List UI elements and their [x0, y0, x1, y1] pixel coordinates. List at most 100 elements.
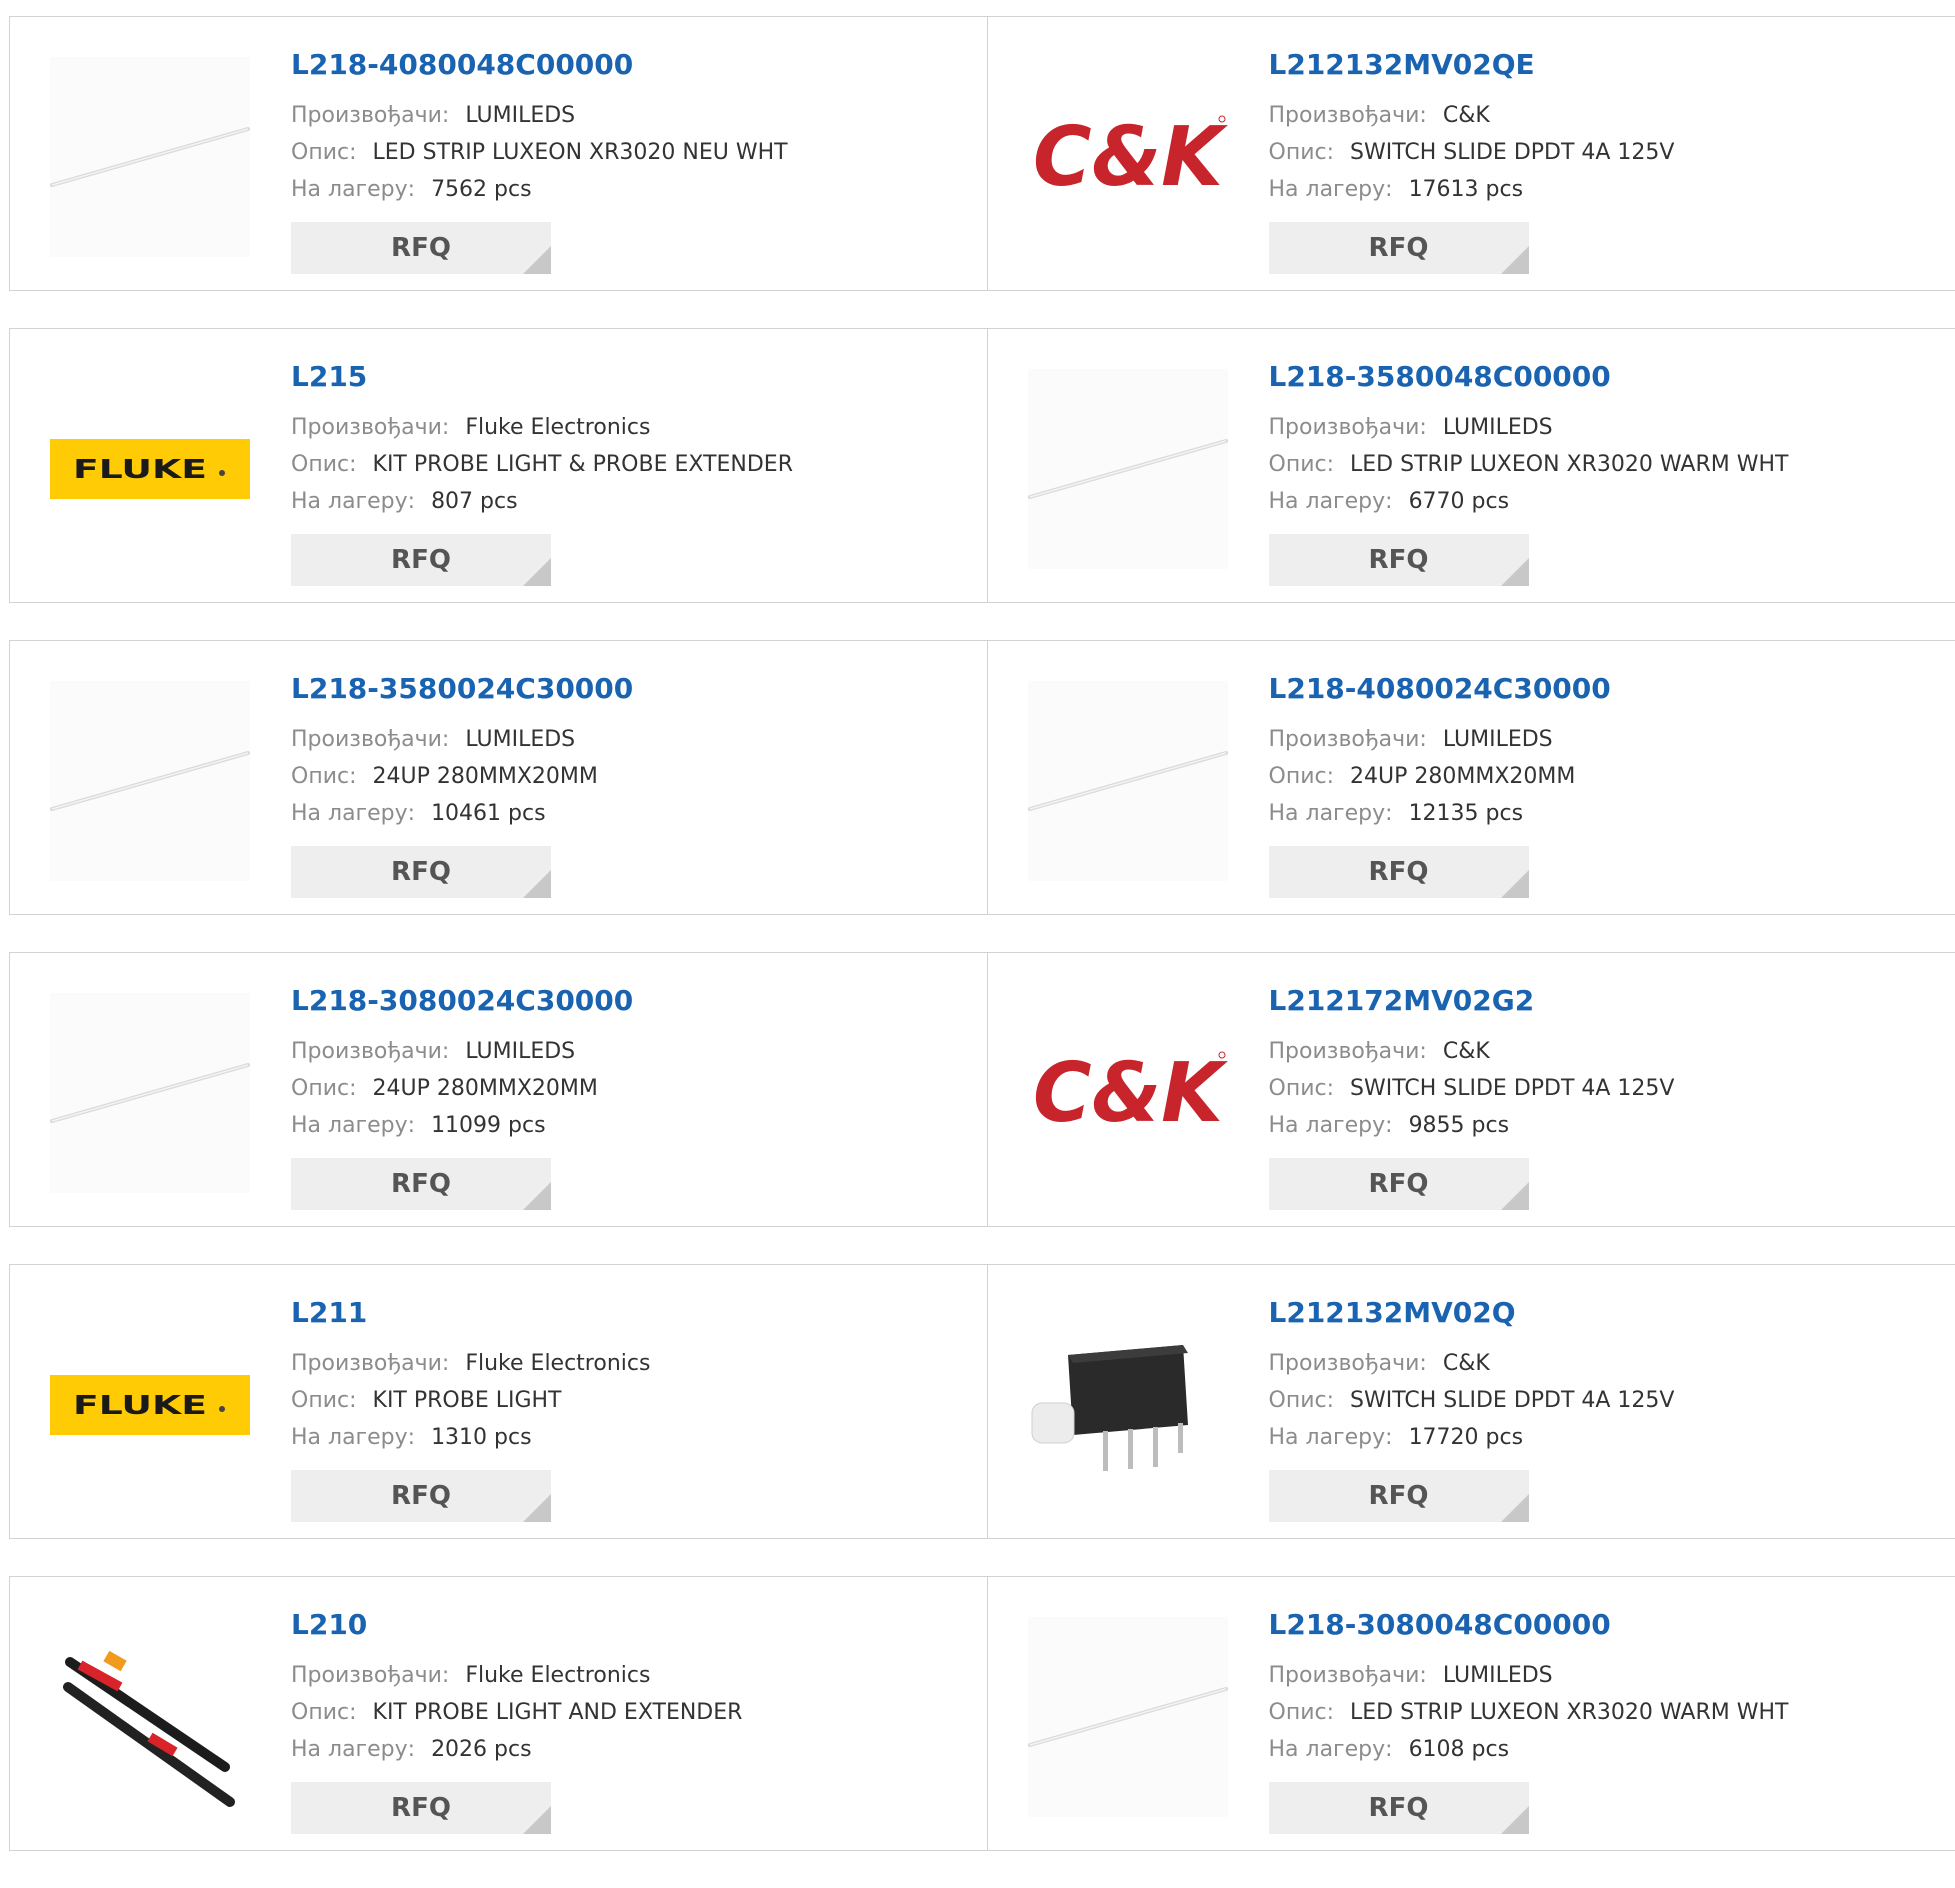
stock-value: 11099 pcs — [431, 1113, 546, 1138]
rfq-button[interactable]: RFQ — [1269, 534, 1529, 586]
rfq-button[interactable]: RFQ — [291, 846, 551, 898]
product-image[interactable] — [50, 57, 250, 257]
stock-label: На лагеру: — [291, 177, 415, 202]
product-image[interactable] — [1028, 369, 1228, 569]
stock-value: 9855 pcs — [1409, 1113, 1510, 1138]
stock-value: 6108 pcs — [1409, 1737, 1510, 1762]
rfq-button[interactable]: RFQ — [1269, 1782, 1529, 1834]
stock-value: 12135 pcs — [1409, 801, 1524, 826]
product-row: L218-3080024C30000 Произвођачи:LUMILEDS … — [9, 952, 1955, 1227]
manufacturer-line: Произвођачи:LUMILEDS — [291, 97, 788, 134]
description-value: LED STRIP LUXEON XR3020 WARM WHT — [1350, 452, 1788, 477]
stock-value: 17613 pcs — [1409, 177, 1524, 202]
part-number-link[interactable]: L218-4080048C00000 — [291, 47, 788, 83]
registered-mark — [219, 1406, 225, 1412]
description-line: Опис:LED STRIP LUXEON XR3020 WARM WHT — [1269, 446, 1789, 483]
product-row: L210 Произвођачи:Fluke Electronics Опис:… — [9, 1576, 1955, 1851]
part-number-link[interactable]: L210 — [291, 1607, 742, 1643]
switch-pin — [1103, 1431, 1108, 1471]
product-card: L218-4080024C30000 Произвођачи:LUMILEDS … — [987, 641, 1955, 914]
description-label: Опис: — [291, 140, 357, 165]
product-card: FLUKE L215 Произвођачи:Fluke Electronics… — [10, 329, 987, 602]
product-info: L218-3580024C30000 Произвођачи:LUMILEDS … — [291, 671, 633, 898]
product-image[interactable] — [1028, 1305, 1228, 1505]
product-card: C&K L212172MV02G2 Произвођачи:C&K Опис:S… — [987, 953, 1955, 1226]
stock-line: На лагеру: 6108 pcs — [1269, 1731, 1789, 1768]
stock-label: На лагеру: — [291, 1113, 415, 1138]
manufacturer-label: Произвођачи: — [1269, 415, 1427, 440]
product-row: L218-3580024C30000 Произвођачи:LUMILEDS … — [9, 640, 1955, 915]
part-number-link[interactable]: L218-3080024C30000 — [291, 983, 633, 1019]
rfq-button[interactable]: RFQ — [291, 1470, 551, 1522]
description-label: Опис: — [1269, 1700, 1335, 1725]
description-value: LED STRIP LUXEON XR3020 NEU WHT — [373, 140, 788, 165]
product-image[interactable]: FLUKE — [50, 369, 250, 569]
product-card: L218-4080048C00000 Произвођачи:LUMILEDS … — [10, 17, 987, 290]
description-label: Опис: — [291, 452, 357, 477]
rfq-button[interactable]: RFQ — [1269, 222, 1529, 274]
description-line: Опис: SWITCH SLIDE DPDT 4A 125V — [1269, 134, 1675, 171]
product-image[interactable]: C&K — [1028, 57, 1228, 257]
description-value: KIT PROBE LIGHT — [373, 1388, 562, 1413]
product-image[interactable] — [50, 1617, 250, 1817]
description-value: LED STRIP LUXEON XR3020 WARM WHT — [1350, 1700, 1788, 1725]
description-value: SWITCH SLIDE DPDT 4A 125V — [1350, 140, 1674, 165]
part-number-link[interactable]: L218-3080048C00000 — [1269, 1607, 1789, 1643]
product-image[interactable] — [1028, 1617, 1228, 1817]
rfq-button[interactable]: RFQ — [1269, 846, 1529, 898]
manufacturer-label: Произвођачи: — [291, 415, 449, 440]
part-number-link[interactable]: L218-3580048C00000 — [1269, 359, 1789, 395]
rfq-button[interactable]: RFQ — [291, 222, 551, 274]
description-label: Опис: — [1269, 140, 1335, 165]
part-number-link[interactable]: L218-3580024C30000 — [291, 671, 633, 707]
part-number-link[interactable]: L211 — [291, 1295, 650, 1331]
product-image[interactable]: C&K — [1028, 993, 1228, 1193]
rfq-button[interactable]: RFQ — [1269, 1470, 1529, 1522]
stock-value: 17720 pcs — [1409, 1425, 1524, 1450]
registered-mark — [219, 470, 225, 476]
stock-value: 10461 pcs — [431, 801, 546, 826]
rfq-button[interactable]: RFQ — [1269, 1158, 1529, 1210]
rfq-button[interactable]: RFQ — [291, 534, 551, 586]
rfq-button[interactable]: RFQ — [291, 1158, 551, 1210]
stock-value: 807 pcs — [431, 489, 518, 514]
product-image[interactable] — [1028, 681, 1228, 881]
manufacturer-line: Произвођачи:LUMILEDS — [1269, 721, 1611, 758]
part-number-link[interactable]: L212172MV02G2 — [1269, 983, 1675, 1019]
product-image[interactable] — [50, 681, 250, 881]
product-image[interactable] — [50, 993, 250, 1193]
manufacturer-label: Произвођачи: — [291, 1663, 449, 1688]
stock-line: На лагеру:6770 pcs — [1269, 483, 1789, 520]
product-card: L212132MV02Q Произвођачи:C&K Опис:SWITCH… — [987, 1265, 1955, 1538]
manufacturer-label: Произвођачи: — [291, 727, 449, 752]
manufacturer-label: Произвођачи: — [1269, 103, 1427, 128]
manufacturer-label: Произвођачи: — [1269, 727, 1427, 752]
product-card: L218-3580024C30000 Произвођачи:LUMILEDS … — [10, 641, 987, 914]
ck-logo: C&K — [1028, 57, 1228, 257]
description-label: Опис: — [1269, 764, 1335, 789]
stock-label: На лагеру: — [1269, 801, 1393, 826]
description-line: Опис:KIT PROBE LIGHT — [291, 1382, 650, 1419]
switch-image — [1028, 1305, 1228, 1505]
stock-line: На лагеру:807 pcs — [291, 483, 793, 520]
manufacturer-line: Произвођачи:Fluke Electronics — [291, 1657, 742, 1694]
manufacturer-value: LUMILEDS — [465, 727, 575, 752]
description-value: 24UP 280MMX20MM — [373, 764, 598, 789]
product-info: L215 Произвођачи:Fluke Electronics Опис:… — [291, 359, 793, 586]
rfq-button[interactable]: RFQ — [291, 1782, 551, 1834]
stock-line: На лагеру: 12135 pcs — [1269, 795, 1611, 832]
description-label: Опис: — [291, 764, 357, 789]
manufacturer-label: Произвођачи: — [1269, 1663, 1427, 1688]
stock-line: На лагеру:10461 pcs — [291, 795, 633, 832]
part-number-link[interactable]: L218-4080024C30000 — [1269, 671, 1611, 707]
stock-label: На лагеру: — [1269, 1737, 1393, 1762]
part-number-link[interactable]: L215 — [291, 359, 793, 395]
product-info: L212132MV02Q Произвођачи:C&K Опис:SWITCH… — [1269, 1295, 1675, 1522]
description-value: 24UP 280MMX20MM — [373, 1076, 598, 1101]
product-image[interactable]: FLUKE — [50, 1305, 250, 1505]
part-number-link[interactable]: L212132MV02QE — [1269, 47, 1675, 83]
description-label: Опис: — [291, 1076, 357, 1101]
product-info: L218-3080048C00000 Произвођачи:LUMILEDS … — [1269, 1607, 1789, 1834]
manufacturer-line: Произвођачи:C&K — [1269, 1033, 1675, 1070]
part-number-link[interactable]: L212132MV02Q — [1269, 1295, 1675, 1331]
